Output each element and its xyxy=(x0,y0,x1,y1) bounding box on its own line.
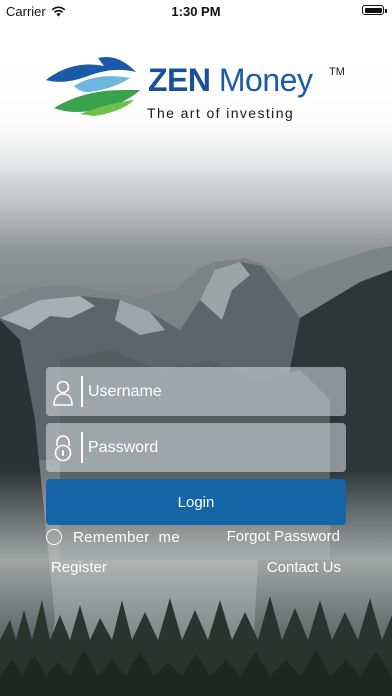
logo-trademark: TM xyxy=(329,66,345,78)
username-field[interactable] xyxy=(46,367,346,416)
battery-icon xyxy=(362,5,387,15)
forgot-password-link[interactable]: Forgot Password xyxy=(227,528,340,545)
username-input[interactable] xyxy=(88,367,338,416)
clock: 1:30 PM xyxy=(171,4,221,19)
remember-me-label: Remember me xyxy=(73,528,180,546)
status-bar: Carrier 1:30 PM xyxy=(0,0,392,22)
login-button[interactable]: Login xyxy=(46,479,346,525)
logo-brand-bold: ZEN xyxy=(148,62,211,98)
field-divider xyxy=(81,376,83,407)
logo-mark-icon xyxy=(46,56,140,116)
field-divider xyxy=(81,432,83,463)
password-field[interactable] xyxy=(46,423,346,472)
remember-me-toggle[interactable]: Remember me xyxy=(46,527,180,547)
user-icon xyxy=(53,380,73,406)
logo-brand-name: ZEN Money xyxy=(148,62,313,99)
remember-me-radio[interactable] xyxy=(46,529,62,545)
logo-tagline: The art of investing xyxy=(147,105,295,121)
logo-brand-regular: Money xyxy=(218,62,313,98)
register-link[interactable]: Register xyxy=(51,559,107,576)
password-input[interactable] xyxy=(88,423,338,472)
lock-icon xyxy=(54,435,72,462)
zen-money-logo: ZEN Money TM The art of investing xyxy=(44,56,354,126)
contact-us-link[interactable]: Contact Us xyxy=(267,559,341,576)
